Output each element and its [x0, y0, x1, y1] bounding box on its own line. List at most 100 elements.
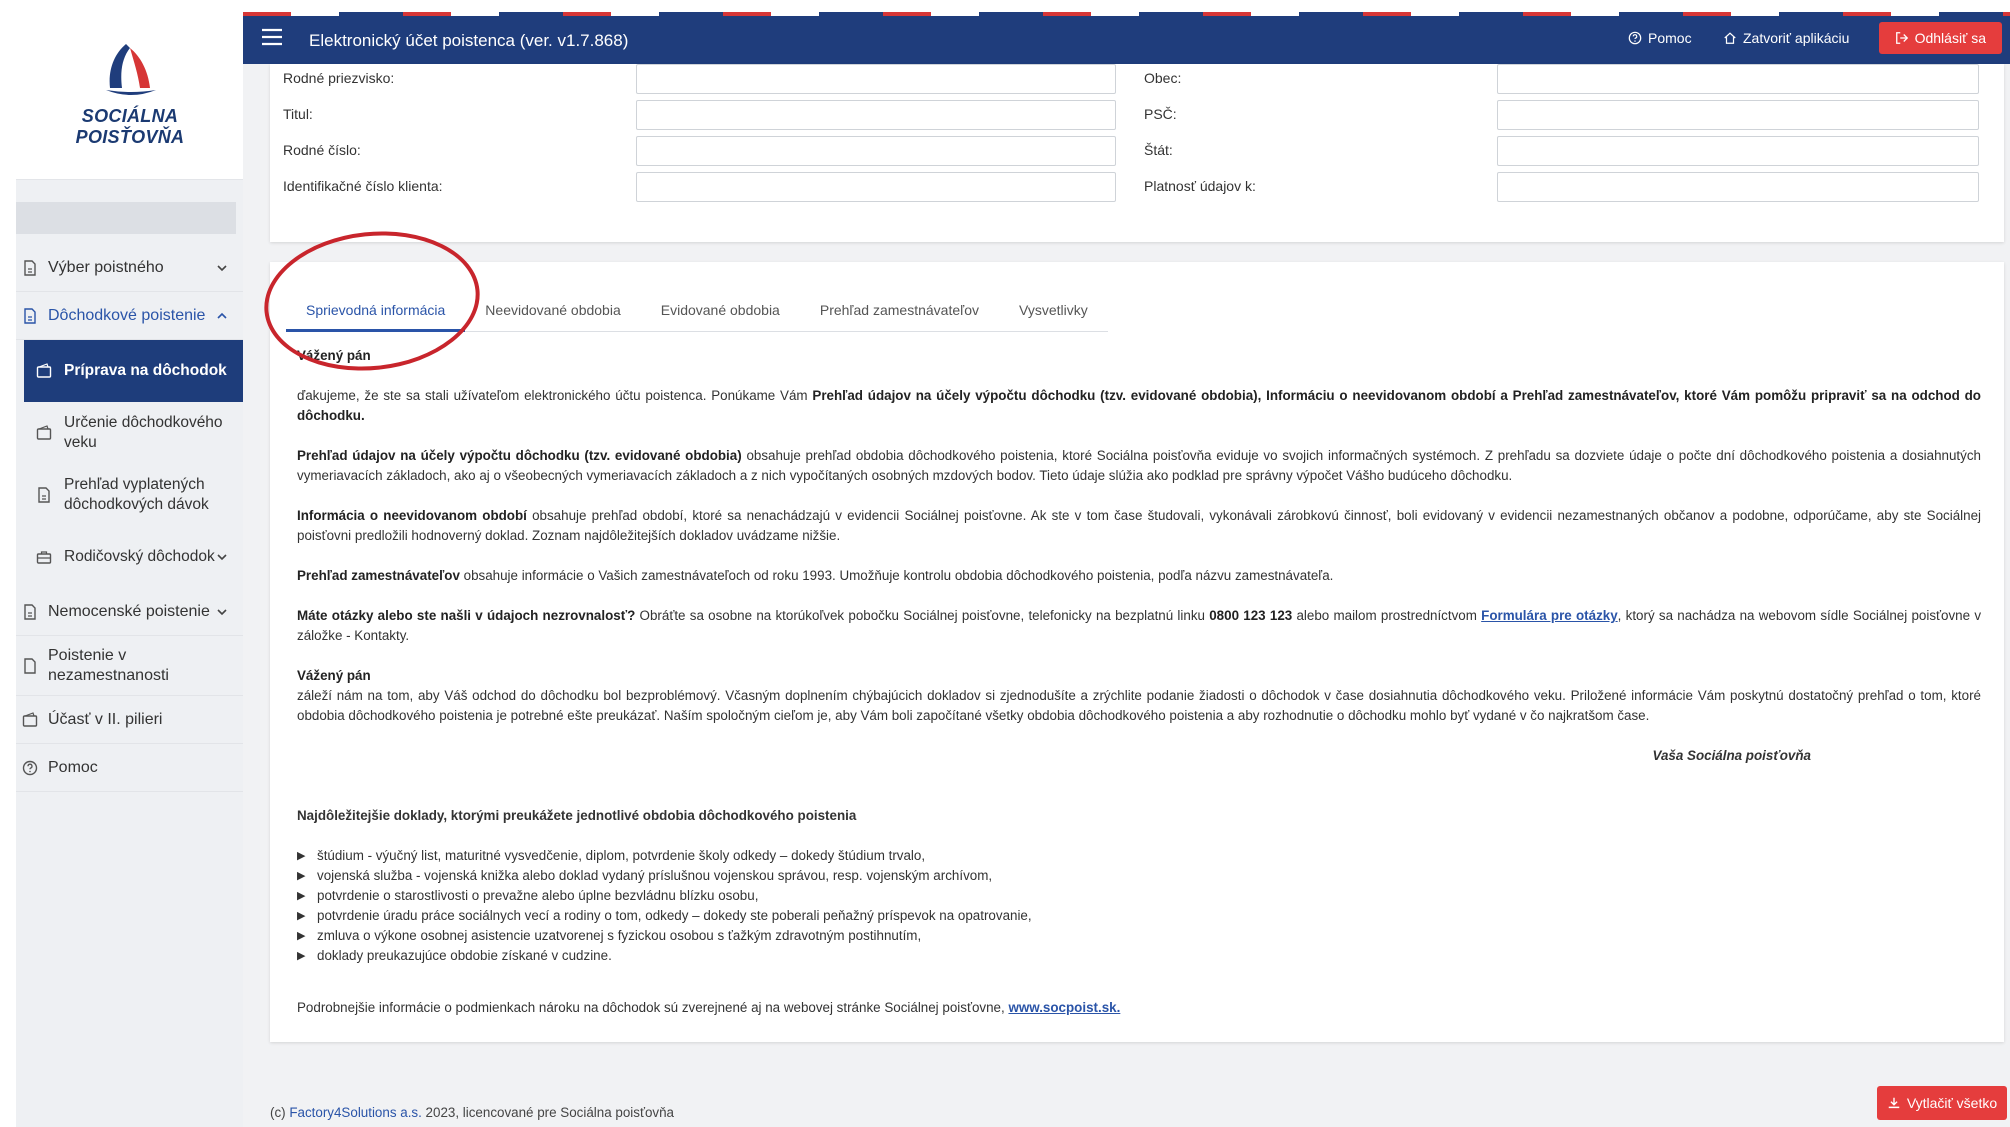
list-item: štúdium - výučný list, maturitné vysvedč…	[297, 846, 1981, 866]
sidebar-item-label: Nemocenské poistenie	[48, 602, 210, 620]
sidebar: SOCIÁLNA POISŤOVŇA Výber poistného Dôcho…	[16, 12, 243, 1127]
psc-input[interactable]	[1497, 100, 1979, 130]
docs-list: štúdium - výučný list, maturitné vysvedč…	[297, 846, 1981, 966]
tab-sprievodna-informacia[interactable]: Sprievodná informácia	[286, 288, 466, 332]
paragraph-more-info: Podrobnejšie informácie o podmienkach ná…	[297, 1000, 1121, 1015]
paragraph-intro: ďakujeme, že ste sa stali užívateľom ele…	[297, 388, 1981, 423]
list-item: doklady preukazujúce obdobie získané v c…	[297, 946, 1981, 966]
field-label: Obec:	[1144, 70, 1182, 86]
list-item: potvrdenie úradu práce sociálnych vecí a…	[297, 906, 1981, 926]
tab-bar: Sprievodná informácia Neevidované obdobi…	[286, 288, 1108, 332]
sidebar-subitem-priprava-na-dochodok[interactable]: Príprava na dôchodok	[24, 340, 243, 402]
logout-icon	[1895, 32, 1908, 44]
platnost-udajov-input[interactable]	[1497, 172, 1979, 202]
wallet-icon	[36, 363, 52, 378]
socpoist-link[interactable]: www.socpoist.sk.	[1008, 1000, 1120, 1015]
sidebar-subitem-label: Príprava na dôchodok	[64, 362, 227, 379]
sidebar-item-nemocenske-poistenie[interactable]: Nemocenské poistenie	[16, 588, 243, 636]
help-link-label: Pomoc	[1648, 30, 1692, 46]
sidebar-item-dochodkove-poistenie[interactable]: Dôchodkové poistenie	[16, 292, 243, 340]
logout-button[interactable]: Odhlásiť sa	[1878, 22, 2002, 54]
logout-label: Odhlásiť sa	[1914, 30, 1986, 46]
app-header: Elektronický účet poistenca (ver. v1.7.8…	[243, 12, 2010, 64]
footer: (c) Factory4Solutions a.s. 2023, licenco…	[270, 1105, 675, 1120]
tab-neevidovane-obdobia[interactable]: Neevidované obdobia	[465, 288, 640, 332]
briefcase-icon	[36, 551, 52, 564]
help-icon	[1628, 31, 1642, 45]
sidebar-item-label: Poistenie v nezamestnanosti	[48, 646, 169, 684]
paragraph-closing: záleží nám na tom, aby Váš odchod do dôc…	[297, 688, 1981, 723]
field-label: Platnosť údajov k:	[1144, 178, 1256, 194]
sidebar-submenu: Príprava na dôchodok Určenie dôchodkovéh…	[16, 340, 243, 588]
stat-input[interactable]	[1497, 136, 1979, 166]
field-label: Rodné priezvisko:	[283, 70, 395, 86]
logo-icon	[106, 44, 156, 95]
close-app-link[interactable]: Zatvoriť aplikáciu	[1723, 30, 1849, 46]
field-label: Titul:	[283, 106, 313, 122]
sidebar-subitem-urcenie-dochodkoveho-veku[interactable]: Určenie dôchodkového veku	[16, 402, 243, 464]
tab-vysvetlivky[interactable]: Vysvetlivky	[999, 288, 1108, 332]
rodne-priezvisko-input[interactable]	[636, 64, 1116, 94]
sidebar-item-label: Výber poistného	[48, 258, 164, 276]
help-link[interactable]: Pomoc	[1628, 30, 1692, 46]
sidebar-item-label: Účasť v II. pilieri	[48, 710, 163, 728]
info-text: Vážený pán ďakujeme, že ste sa stali uží…	[297, 346, 1981, 1038]
paragraph-evidovane: Prehľad údajov na účely výpočtu dôchodku…	[297, 448, 1981, 483]
sidebar-item-ucast-v-ii-pilieri[interactable]: Účasť v II. pilieri	[16, 696, 243, 744]
info-card: Sprievodná informácia Neevidované obdobi…	[270, 262, 2004, 1042]
sidebar-item-vyber-poistneho[interactable]: Výber poistného	[16, 244, 243, 292]
field-label: PSČ:	[1144, 106, 1177, 122]
chevron-down-icon	[217, 554, 227, 561]
chevron-down-icon	[217, 264, 227, 271]
chevron-up-icon	[217, 312, 227, 319]
document-icon	[24, 603, 36, 620]
chevron-down-icon	[217, 608, 227, 615]
home-icon	[1724, 32, 1736, 44]
print-all-label: Vytlačiť všetko	[1906, 1095, 1998, 1111]
paragraph-neevidovane: Informácia o neevidovanom období obsahuj…	[297, 508, 1981, 543]
hamburger-menu-icon[interactable]	[261, 28, 283, 46]
field-label: Štát:	[1144, 142, 1173, 158]
docs-title: Najdôležitejšie doklady, ktorými preukáž…	[297, 808, 857, 823]
logo-text: SOCIÁLNA POISŤOVŇA	[75, 106, 185, 147]
wallet-icon	[36, 425, 52, 440]
list-item: vojenská služba - vojenská knižka alebo …	[297, 866, 1981, 886]
identifikacne-cislo-input[interactable]	[636, 172, 1116, 202]
rodne-cislo-input[interactable]	[636, 136, 1116, 166]
sidebar-nav: Výber poistného Dôchodkové poistenie Prí…	[16, 244, 243, 792]
sidebar-subitem-rodicovsky-dochodok[interactable]: Rodičovský dôchodok	[16, 526, 243, 588]
sidebar-item-pomoc[interactable]: Pomoc	[16, 744, 243, 792]
greeting-2: Vážený pán	[297, 668, 371, 683]
download-icon	[1888, 1097, 1900, 1109]
tab-evidovane-obdobia[interactable]: Evidované obdobia	[641, 288, 800, 332]
sidebar-subitem-label: Prehľad vyplatených dôchodkových dávok	[64, 476, 209, 513]
sidebar-subitem-prehlad-vyplatenych-davok[interactable]: Prehľad vyplatených dôchodkových dávok	[16, 464, 243, 526]
document-icon	[24, 307, 36, 324]
print-all-button[interactable]: Vytlačiť všetko	[1877, 1086, 2007, 1120]
close-app-label: Zatvoriť aplikáciu	[1743, 30, 1850, 46]
paragraph-otazky: Máte otázky alebo ste našli v údajoch ne…	[297, 608, 1982, 643]
sidebar-subitem-label: Určenie dôchodkového veku	[64, 414, 223, 451]
field-label: Rodné číslo:	[283, 142, 361, 158]
greeting: Vážený pán	[297, 348, 371, 363]
app-title: Elektronický účet poistenca (ver. v1.7.8…	[309, 31, 629, 50]
document-icon	[24, 259, 36, 276]
tab-prehlad-zamestnavatelov[interactable]: Prehľad zamestnávateľov	[800, 288, 999, 332]
wallet-icon	[22, 711, 38, 727]
formular-link[interactable]: Formulára pre otázky	[1481, 608, 1618, 623]
obec-input[interactable]	[1497, 64, 1979, 94]
header-stripe	[243, 12, 2010, 16]
titul-input[interactable]	[636, 100, 1116, 130]
logo[interactable]: SOCIÁLNA POISŤOVŇA	[16, 12, 243, 180]
help-icon	[22, 760, 38, 775]
paragraph-zamestnavatelia: Prehľad zamestnávateľov obsahuje informá…	[297, 568, 1334, 583]
sidebar-item-poistenie-v-nezamestnanosti[interactable]: Poistenie v nezamestnanosti	[16, 636, 243, 696]
sidebar-search[interactable]	[16, 202, 236, 234]
sidebar-item-label: Dôchodkové poistenie	[48, 306, 206, 324]
sidebar-subitem-label: Rodičovský dôchodok	[64, 548, 215, 565]
document-icon	[38, 487, 50, 503]
signature: Vaša Sociálna poisťovňa	[1652, 748, 1811, 763]
company-link[interactable]: Factory4Solutions a.s.	[289, 1105, 421, 1120]
sidebar-item-label: Pomoc	[48, 758, 98, 776]
personal-info-card: Rodné priezvisko: Titul: Rodné číslo: Id…	[270, 64, 2004, 242]
